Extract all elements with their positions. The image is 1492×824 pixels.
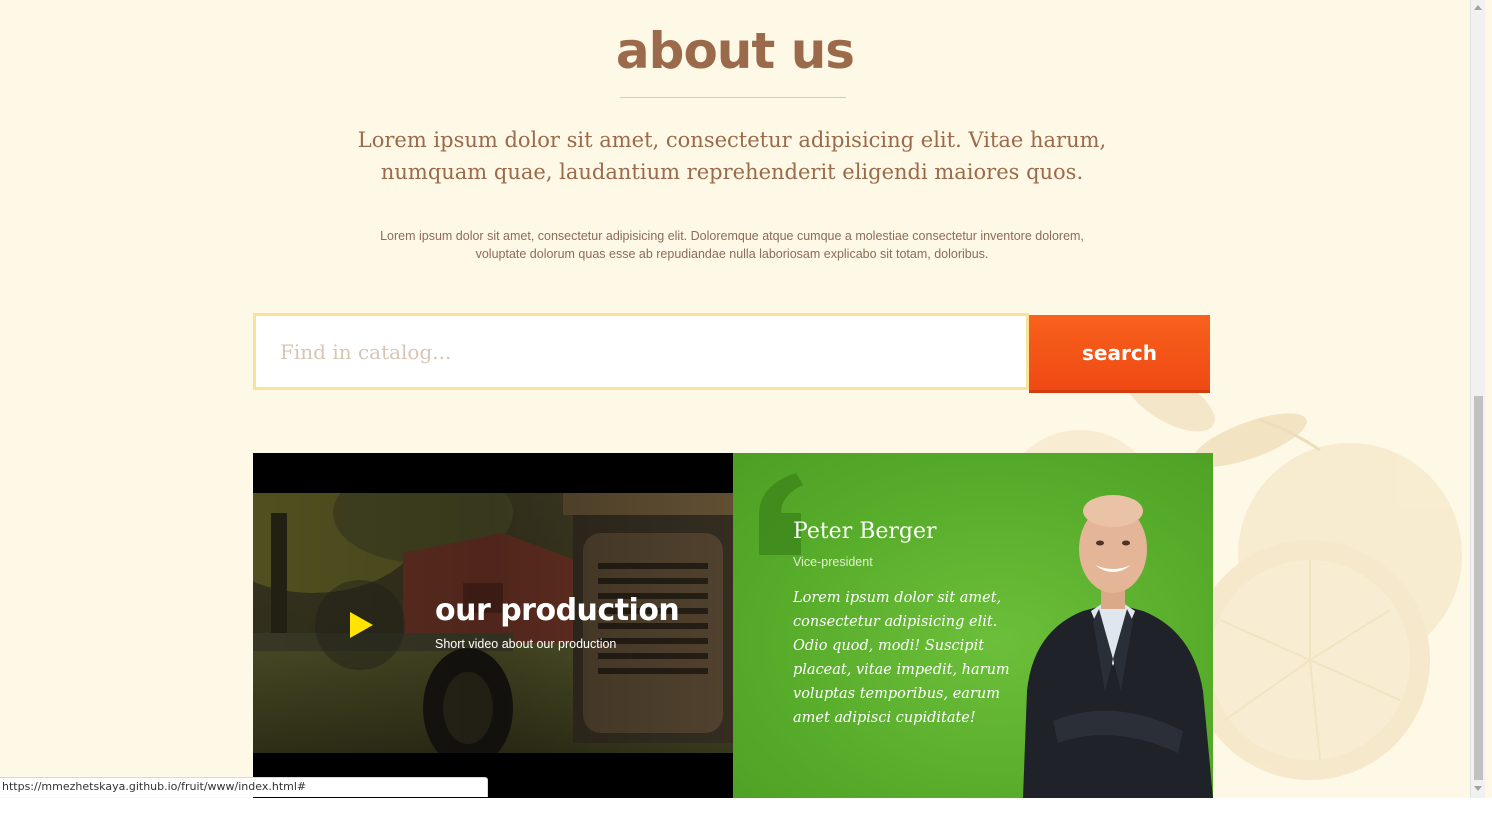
scrollbar-thumb[interactable]	[1474, 396, 1483, 780]
testimonial-panel: Peter Berger Vice-president Lorem ipsum …	[733, 453, 1213, 798]
search-input[interactable]	[256, 316, 1026, 387]
body-paragraph: Lorem ipsum dolor sit amet, consectetur …	[380, 229, 1084, 261]
title-divider	[620, 97, 846, 98]
lead-paragraph: Lorem ipsum dolor sit amet, consectetur …	[357, 128, 1107, 184]
person-portrait	[1023, 495, 1213, 798]
video-subtitle: Short video about our production	[435, 637, 617, 651]
about-section: about us Lorem ipsum dolor sit amet, con…	[0, 0, 1470, 798]
person-name: Peter Berger	[793, 519, 937, 544]
play-icon	[350, 612, 373, 638]
page: about us Lorem ipsum dolor sit amet, con…	[0, 0, 1492, 824]
link-status-bar: https://mmezhetskaya.github.io/fruit/www…	[0, 777, 488, 797]
section-title: about us	[615, 22, 855, 80]
testimonial-quote: Lorem ipsum dolor sit amet, consectetur …	[793, 590, 1010, 726]
search-button[interactable]: search	[1029, 315, 1210, 393]
window-bottom-strip	[0, 798, 1492, 824]
person-role: Vice-president	[793, 555, 873, 569]
scroll-up-arrow-icon[interactable]	[1474, 5, 1482, 10]
video-panel[interactable]: our production Short video about our pro…	[253, 453, 733, 798]
vertical-scrollbar[interactable]	[1470, 0, 1485, 798]
quote-icon	[759, 473, 803, 555]
scroll-down-arrow-icon[interactable]	[1474, 786, 1482, 791]
play-button[interactable]	[315, 580, 405, 670]
search-field-wrapper	[253, 313, 1029, 390]
video-title: our production	[435, 593, 680, 628]
